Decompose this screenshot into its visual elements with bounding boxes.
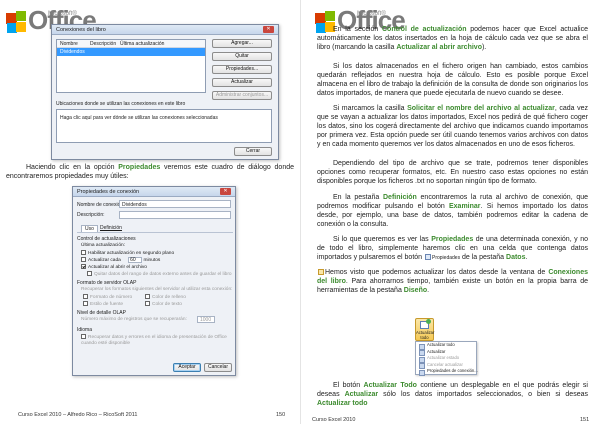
connection-description: [87, 48, 117, 56]
menu-item-refresh-all[interactable]: Actualizar todo: [416, 342, 476, 350]
accept-button[interactable]: Aceptar: [173, 363, 201, 372]
column-header-last-update[interactable]: Última actualización: [117, 40, 187, 47]
language-option[interactable]: Recuperar datos y errores en el idioma d…: [81, 333, 231, 347]
remove-data-option[interactable]: Quitar datos del rango de datos externo …: [87, 270, 232, 277]
background-refresh-option[interactable]: Habilitar actualización en segundo plano: [81, 249, 174, 256]
page-number: 151: [580, 417, 590, 423]
description-label: Descripción:: [77, 212, 105, 218]
page-number: 150: [276, 412, 286, 418]
connection-name: Dividendos: [60, 49, 85, 55]
refresh-minutes-field[interactable]: 60: [128, 257, 143, 263]
close-icon[interactable]: ✕: [220, 188, 231, 195]
connection-name-field[interactable]: Dividendos: [119, 200, 231, 208]
paragraph-4: Dependiendo del tipo de archivo que se t…: [317, 160, 588, 185]
column-header-description[interactable]: Descripción: [87, 40, 117, 47]
connection-properties-dialog: Propiedades de conexión ✕ Nombre de cone…: [72, 186, 236, 376]
locations-box[interactable]: Haga clic aquí para ver dónde se utiliza…: [56, 109, 272, 143]
connection-name-label: Nombre de conexión:: [77, 202, 125, 208]
paragraph-2: Si los datos almacenados en el fichero o…: [317, 63, 588, 97]
connections-list[interactable]: Nombre Descripción Última actualización …: [56, 39, 206, 93]
olap-format-desc: Recuperar los formatos siguientes del se…: [81, 287, 233, 292]
refresh-all-menu-screenshot: Actualizar todo Actualizar todo Actualiz…: [415, 318, 478, 376]
checkbox[interactable]: [81, 333, 86, 339]
refresh-dropdown-menu: Actualizar todo Actualizar Actualizar es…: [415, 341, 478, 376]
cancel-button[interactable]: Cancelar: [204, 363, 232, 372]
refresh-all-button[interactable]: Actualizar todo: [415, 318, 434, 341]
refresh-all-icon: [420, 319, 431, 329]
checkbox[interactable]: [81, 263, 86, 269]
menu-item-refresh-status[interactable]: Actualizar estado: [416, 355, 476, 363]
dialog-title: Propiedades de conexión: [77, 188, 140, 195]
add-button[interactable]: Agregar...: [212, 39, 272, 48]
connection-updated: [117, 48, 187, 56]
menu-item-connection-properties[interactable]: Propiedades de conexión...: [416, 368, 478, 376]
last-update-label: Última actualización:: [81, 243, 125, 248]
checkbox[interactable]: [83, 293, 88, 299]
list-item[interactable]: Dividendos: [57, 48, 205, 56]
paragraph-5: En la pestaña Definición encontraremos l…: [317, 194, 589, 228]
paragraph-3: Si marcamos la casilla Solicitar el nomb…: [317, 105, 588, 148]
format-font-option[interactable]: Estilo de fuente: [83, 300, 123, 307]
tab-definition[interactable]: Definición: [97, 225, 125, 231]
close-icon[interactable]: ✕: [263, 26, 274, 33]
paragraph-1: En la sección Control de actualización p…: [317, 26, 588, 51]
column-header-name[interactable]: Nombre: [57, 40, 87, 47]
locations-label: Ubicaciones donde se utilizan las conexi…: [56, 101, 186, 107]
max-records-field[interactable]: 1000: [197, 316, 215, 323]
checkbox[interactable]: [81, 256, 86, 262]
caption-text: Haciendo clic en la opción Propiedades v…: [6, 164, 294, 180]
checkbox[interactable]: [145, 300, 150, 306]
olap-format-label: Formato de servidor OLAP: [77, 280, 137, 286]
properties-button[interactable]: Propiedades...: [212, 65, 272, 74]
footer-text: Curso Excel 2010 – Alfredo Rico – RicoSo…: [18, 412, 138, 418]
paragraph-8: El botón Actualizar Todo contiene un des…: [317, 382, 588, 407]
language-label: Idioma: [77, 327, 93, 333]
format-number-option[interactable]: Formato de número: [83, 293, 132, 300]
properties-icon: [425, 254, 431, 261]
checkbox[interactable]: [83, 300, 88, 306]
checkbox[interactable]: [87, 270, 92, 276]
description-field[interactable]: [119, 211, 231, 219]
refresh-on-open-option[interactable]: Actualizar al abrir el archivo: [81, 263, 147, 270]
manage-sets-button[interactable]: Administrar conjuntos...: [212, 91, 272, 100]
paragraph-6: Si lo que queremos es ver las Propiedade…: [317, 236, 588, 261]
tab-usage[interactable]: Uso: [81, 225, 98, 232]
format-fill-option[interactable]: Color de relleno: [145, 293, 186, 300]
olap-detail-label: Nivel de detalle OLAP: [77, 310, 126, 316]
format-text-color-option[interactable]: Color de texto: [145, 300, 182, 307]
olap-detail-desc: Número máximo de registros que se recupe…: [81, 317, 187, 322]
remove-button[interactable]: Quitar: [212, 52, 272, 61]
menu-item-cancel-refresh[interactable]: Cancelar actualizar: [416, 362, 476, 369]
refresh-icon: [318, 269, 324, 276]
refresh-every-option[interactable]: Actualizar cada 60 minutos: [81, 256, 160, 263]
office-logo-icon: [6, 11, 26, 33]
close-button[interactable]: Cerrar: [234, 147, 272, 156]
workbook-connections-dialog: Conexiones del libro ✕ Nombre Descripció…: [51, 24, 279, 160]
checkbox[interactable]: [81, 249, 86, 255]
refresh-control-label: Control de actualizaciones: [77, 236, 136, 242]
paragraph-7: Hemos visto que podemos actualizar los d…: [317, 269, 588, 294]
footer-text: Curso Excel 2010: [312, 417, 356, 423]
checkbox[interactable]: [145, 293, 150, 299]
locations-hint: Haga clic aquí para ver dónde se utiliza…: [60, 115, 218, 121]
refresh-button[interactable]: Actualizar: [212, 78, 272, 87]
left-page: Microsoft® Office Conexiones del libro ✕…: [0, 0, 300, 424]
dialog-title: Conexiones del libro: [56, 26, 106, 33]
menu-item-refresh[interactable]: Actualizar: [416, 349, 476, 356]
